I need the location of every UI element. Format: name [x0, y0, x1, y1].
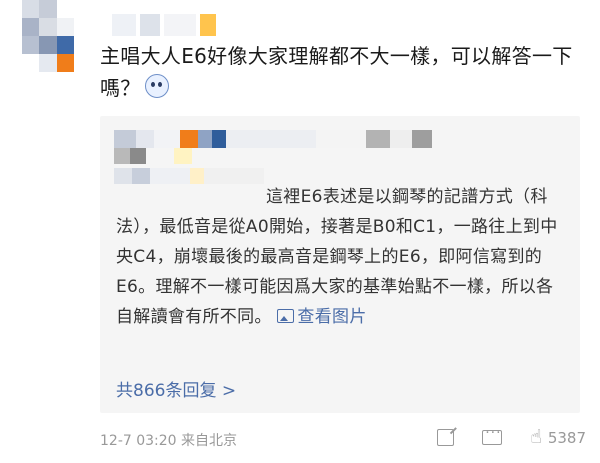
share-icon: [437, 429, 455, 446]
confused-face-icon: [144, 74, 169, 98]
reply-text: 這裡E6表述是以鋼琴的記譜方式（科法），最低音是從A0開始，接著是B0和C1，一…: [116, 187, 558, 327]
avatar[interactable]: [22, 0, 74, 72]
view-image-link[interactable]: 查看图片: [277, 307, 366, 327]
timestamp-location: 12-7 03:20 来自北京: [100, 433, 238, 449]
action-bar: ☝ 5387: [409, 425, 586, 447]
share-button[interactable]: [437, 429, 455, 446]
thumbs-up-icon: ☝: [530, 426, 542, 448]
reply-username-blur[interactable]: [114, 130, 432, 148]
like-button[interactable]: ☝ 5387: [530, 428, 586, 447]
view-image-label: 查看图片: [297, 307, 367, 327]
comment-text: 主唱大人E6好像大家理解都不大一樣，可以解答一下嗎？: [100, 44, 573, 100]
comment-icon: [482, 425, 503, 445]
comment-footer: 12-7 03:20 来自北京 ☝ 5387: [100, 425, 586, 452]
reply-username-blur-2: [114, 148, 192, 164]
username[interactable]: [112, 14, 272, 36]
reply-box[interactable]: 這裡E6表述是以鋼琴的記譜方式（科法），最低音是從A0開始，接著是B0和C1，一…: [100, 116, 580, 413]
total-replies-link[interactable]: 共866条回复 >: [116, 376, 236, 401]
like-count: 5387: [547, 428, 586, 447]
image-icon: [277, 309, 295, 323]
reply-body: 這裡E6表述是以鋼琴的記譜方式（科法），最低音是從A0開始，接著是B0和C1，一…: [116, 182, 566, 332]
comment-body: 主唱大人E6好像大家理解都不大一樣，可以解答一下嗎？: [100, 40, 586, 104]
comment-button[interactable]: [482, 425, 503, 445]
